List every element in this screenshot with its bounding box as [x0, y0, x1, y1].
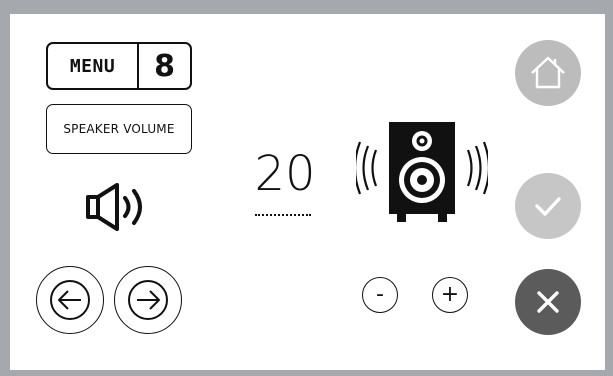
speaker-volume-icon: [86, 183, 142, 231]
volume-value-underline: [255, 214, 311, 218]
arrow-right-icon: [128, 280, 168, 320]
home-button[interactable]: [515, 40, 581, 106]
menu-badge: MENU 8: [46, 42, 192, 90]
close-icon: [537, 291, 559, 313]
arrow-left-icon: [50, 280, 90, 320]
menu-number: 8: [154, 48, 175, 84]
screen-title: SPEAKER VOLUME: [46, 104, 192, 154]
cancel-button[interactable]: [515, 269, 581, 335]
check-icon: [535, 197, 561, 216]
increase-volume-button[interactable]: +: [432, 277, 468, 313]
confirm-button[interactable]: [515, 173, 581, 239]
menu-label: MENU: [69, 55, 116, 77]
volume-value: 20: [254, 146, 316, 202]
decrease-volume-button[interactable]: -: [362, 277, 398, 313]
loudspeaker-icon: [356, 122, 488, 222]
back-button[interactable]: [36, 266, 104, 334]
home-icon: [531, 56, 565, 89]
forward-button[interactable]: [114, 266, 182, 334]
